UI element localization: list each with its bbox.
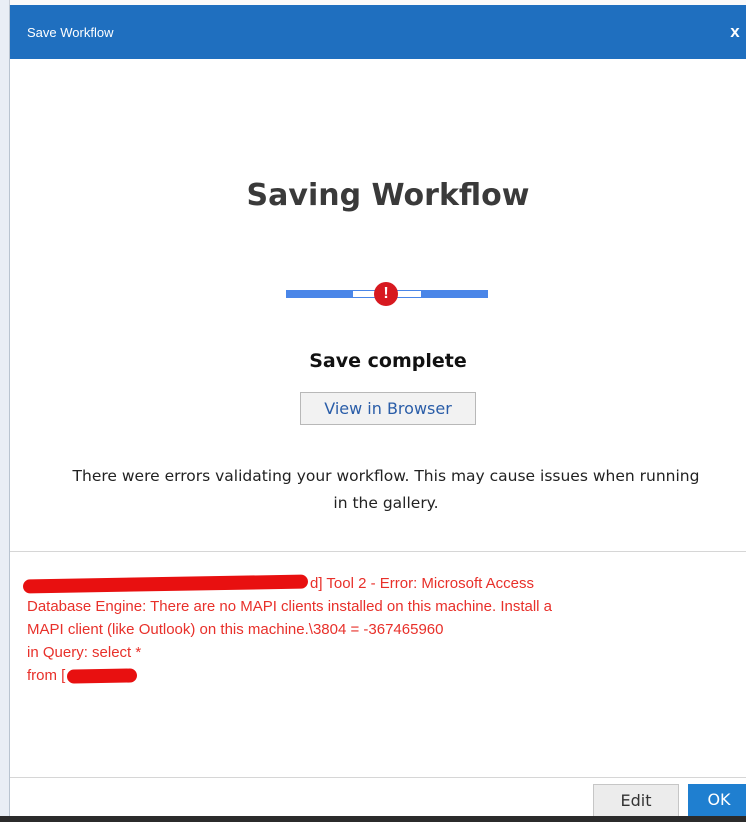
dialog-footer: Edit OK — [10, 777, 746, 816]
divider — [10, 551, 746, 552]
error-line-4: in Query: select * — [27, 644, 142, 661]
error-line-3: MAPI client (like Outlook) on this machi… — [27, 621, 444, 638]
save-workflow-dialog: Save Workflow x Saving Workflow ! Save c… — [9, 5, 746, 816]
error-line-2: Database Engine: There are no MAPI clien… — [27, 598, 553, 615]
error-alert-icon: ! — [374, 282, 398, 306]
save-status: Save complete — [309, 350, 467, 372]
dialog-title: Save Workflow — [27, 24, 114, 40]
validation-warning: There were errors validating your workfl… — [16, 463, 746, 517]
ok-button[interactable]: OK — [688, 784, 746, 816]
screen: Save Workflow x Saving Workflow ! Save c… — [0, 0, 746, 822]
error-line-5: from [ — [27, 664, 745, 687]
dialog-titlebar: Save Workflow x — [10, 5, 746, 59]
progress-bar-left — [286, 290, 352, 298]
edit-button[interactable]: Edit — [593, 784, 679, 816]
redaction-mark — [22, 574, 309, 594]
warning-line-1: There were errors validating your workfl… — [72, 467, 700, 485]
save-progress-indicator: ! — [286, 282, 488, 306]
close-button[interactable]: x — [725, 17, 745, 47]
error-line-5-text: from [ — [27, 667, 66, 684]
taskbar-edge — [0, 816, 746, 822]
warning-line-2: in the gallery. — [333, 494, 439, 512]
progress-bar-right — [422, 290, 488, 298]
saving-heading: Saving Workflow — [246, 178, 530, 213]
error-line-1: d] Tool 2 - Error: Microsoft Access — [22, 572, 745, 595]
error-line-1-text: d] Tool 2 - Error: Microsoft Access — [310, 575, 534, 592]
redaction-mark — [67, 668, 138, 684]
error-details: d] Tool 2 - Error: Microsoft Access Data… — [22, 572, 745, 687]
view-in-browser-button[interactable]: View in Browser — [300, 392, 476, 425]
